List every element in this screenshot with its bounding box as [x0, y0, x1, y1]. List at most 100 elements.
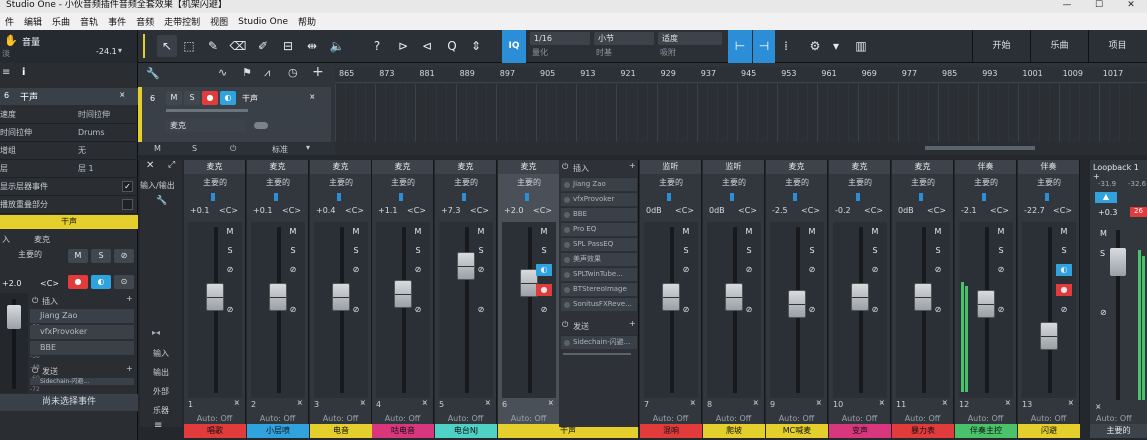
mute-button[interactable]: M	[166, 91, 182, 105]
tempo-icon[interactable]: ⩘	[264, 66, 270, 80]
channel-input[interactable]: 麦克	[498, 160, 559, 174]
solo-button[interactable]: S	[993, 245, 1009, 257]
channel-automation[interactable]: Auto: Off	[703, 414, 764, 423]
pencil-icon[interactable]: ✎	[203, 35, 223, 57]
wrench-icon[interactable]: 🔧	[156, 196, 167, 206]
nav-song[interactable]: 乐曲	[1030, 30, 1088, 63]
input-value[interactable]: 麦克	[34, 234, 50, 245]
channel-input[interactable]: 麦克	[184, 160, 245, 174]
channel-strip[interactable]: 麦克 主要的 +7.3 <C> M S ⊘ ⊘ 5 ⩙ Auto: Off	[435, 160, 497, 427]
send-slot[interactable]: Sidechain-闪避...	[30, 378, 134, 386]
monitor-icon[interactable]: ⊘	[741, 304, 757, 316]
channel-fader[interactable]	[1040, 322, 1058, 350]
power-icon[interactable]: ⏻	[562, 162, 568, 172]
monitor-icon[interactable]: ⊘	[222, 264, 238, 276]
monitor-icon[interactable]: ⊘	[1100, 308, 1107, 317]
monitor-button[interactable]: ◐	[1056, 264, 1072, 276]
track-name[interactable]: 干声	[242, 93, 258, 104]
channel-pan[interactable]: +2.0 <C>	[500, 206, 558, 218]
eraser-icon[interactable]: ⌫	[228, 35, 248, 57]
menu-item[interactable]: 帮助	[293, 15, 321, 28]
toggle-icon[interactable]	[254, 122, 268, 129]
inspector-row[interactable]: 层 层 1	[0, 161, 138, 178]
ctl-solo[interactable]: S	[192, 144, 197, 153]
split-icon[interactable]: ⊟	[278, 35, 298, 57]
channel-input[interactable]: 麦克	[372, 160, 433, 174]
channel-input[interactable]: 麦克	[435, 160, 496, 174]
side-instrument[interactable]: 乐器	[140, 405, 182, 416]
mute-button[interactable]: M	[473, 226, 489, 238]
insert-slot[interactable]: vfxProvoker	[561, 192, 637, 206]
snap-dropdown[interactable]: 适度	[658, 32, 722, 45]
channel-output[interactable]: 主要的	[1021, 177, 1077, 189]
menu-item[interactable]: 视图	[205, 15, 233, 28]
monitor-icon[interactable]: ⊘	[993, 264, 1009, 276]
channel-automation[interactable]: Auto: Off	[766, 414, 827, 423]
monitor-icon[interactable]: ⊘	[930, 264, 946, 276]
audio-bend-icon[interactable]: ⇕	[466, 35, 486, 57]
menu-item[interactable]: 音频	[131, 15, 159, 28]
channel-output[interactable]: 主要的	[187, 177, 243, 189]
channel-output[interactable]: 主要的	[832, 177, 888, 189]
monitor-icon[interactable]: ⊘	[1056, 304, 1072, 316]
list-icon[interactable]: ≡	[2, 67, 10, 78]
channel-automation[interactable]: Auto: Off	[310, 414, 371, 423]
ctl-standard[interactable]: 标准	[272, 144, 288, 155]
monitor-icon[interactable]: ⊘	[804, 304, 820, 316]
channel-input[interactable]: 麦克	[247, 160, 308, 174]
monitor-icon[interactable]: ⊘	[114, 249, 134, 263]
channel-name-label[interactable]: 小层喷	[247, 424, 309, 438]
pan-value[interactable]: 0dB	[709, 206, 725, 215]
pan-center[interactable]: <C>	[40, 279, 59, 288]
channel-name-label[interactable]: 电音	[310, 424, 372, 438]
minimize-button[interactable]: —	[1051, 0, 1083, 13]
speaker-icon[interactable]: 🔈	[327, 35, 347, 57]
channel-output[interactable]: 主要的	[313, 177, 369, 189]
automation-icon[interactable]: ∿	[218, 66, 227, 79]
insert-slot[interactable]: BBE	[561, 207, 637, 221]
chevron-down-icon[interactable]: ▾	[306, 143, 310, 152]
add-insert-icon[interactable]: +	[126, 294, 133, 303]
menu-item[interactable]: 事件	[103, 15, 131, 28]
ctl-mute[interactable]: M	[154, 144, 161, 153]
channel-strip[interactable]: 麦克 主要的 +0.1 <C> M S ⊘ ⊘ 1 ⩙ Auto: Off	[184, 160, 246, 427]
close-icon[interactable]: ✕	[146, 160, 154, 171]
power-icon[interactable]: ⏻	[32, 366, 38, 376]
channel-input[interactable]: 伴奏	[1018, 160, 1079, 174]
channel-pan[interactable]: 0dB <C>	[705, 206, 763, 218]
quantize-icon[interactable]: ⊳	[393, 35, 413, 57]
menu-item[interactable]: 音轨	[75, 15, 103, 28]
power-icon[interactable]: ⏻	[562, 320, 568, 330]
channel-strip[interactable]: 麦克 主要的 +2.0 <C> M S ◐ ● ⊘ 6 ⩙ Auto: Off	[498, 160, 560, 427]
solo-button[interactable]: S	[930, 245, 946, 257]
monitor-icon[interactable]: ⊘	[222, 304, 238, 316]
channel-pan[interactable]: +0.1 <C>	[186, 206, 244, 218]
monitor-icon[interactable]: ⊘	[410, 304, 426, 316]
solo-button[interactable]: S	[473, 245, 489, 257]
play-icon[interactable]: ▸◂	[152, 328, 160, 337]
mute-button[interactable]: M	[1056, 226, 1072, 238]
mute-button[interactable]: M	[68, 249, 88, 263]
menu-item[interactable]: 件	[0, 15, 19, 28]
inspector-row[interactable]: 时间拉伸 Drums	[0, 125, 138, 142]
channel-name-label[interactable]: 变声	[829, 424, 891, 438]
expand-icon[interactable]: ⤢	[168, 160, 175, 170]
grid-snap-icon[interactable]: ⁞	[776, 35, 796, 57]
channel-output[interactable]: 主要的	[958, 177, 1014, 189]
checkbox-icon[interactable]: ✓	[122, 181, 133, 192]
channel-strip[interactable]: 伴奏 主要的 -22.7 <C> M S ◐ ● ⊘ 13 ⩙ Auto: Off	[1018, 160, 1080, 427]
link-icon[interactable]: ⊙	[114, 275, 134, 289]
channel-pan[interactable]: -0.2 <C>	[831, 206, 889, 218]
send-slot[interactable]: Sidechain-闪避...	[561, 335, 637, 349]
add-insert-icon[interactable]: +	[629, 161, 636, 170]
menu-item[interactable]: 乐曲	[47, 15, 75, 28]
maximize-button[interactable]: ☐	[1083, 0, 1115, 13]
solo-button[interactable]: S	[410, 245, 426, 257]
snap-left-icon[interactable]: ⊢	[728, 30, 752, 63]
channel-strip[interactable]: 麦克 主要的 +1.1 <C> M S ⊘ ⊘ 4 ⩙ Auto: Off	[372, 160, 434, 427]
monitor-button[interactable]: ◐	[536, 264, 552, 276]
insert-slot[interactable]: Jiang Zao	[30, 309, 134, 324]
solo-button[interactable]: S	[536, 245, 552, 257]
channel-name-label[interactable]: 伴奏主控	[955, 424, 1017, 438]
channel-strip[interactable]: 麦克 主要的 -0.2 <C> M S ⊘ ⊘ 10 ⩙ Auto: Off	[829, 160, 891, 427]
